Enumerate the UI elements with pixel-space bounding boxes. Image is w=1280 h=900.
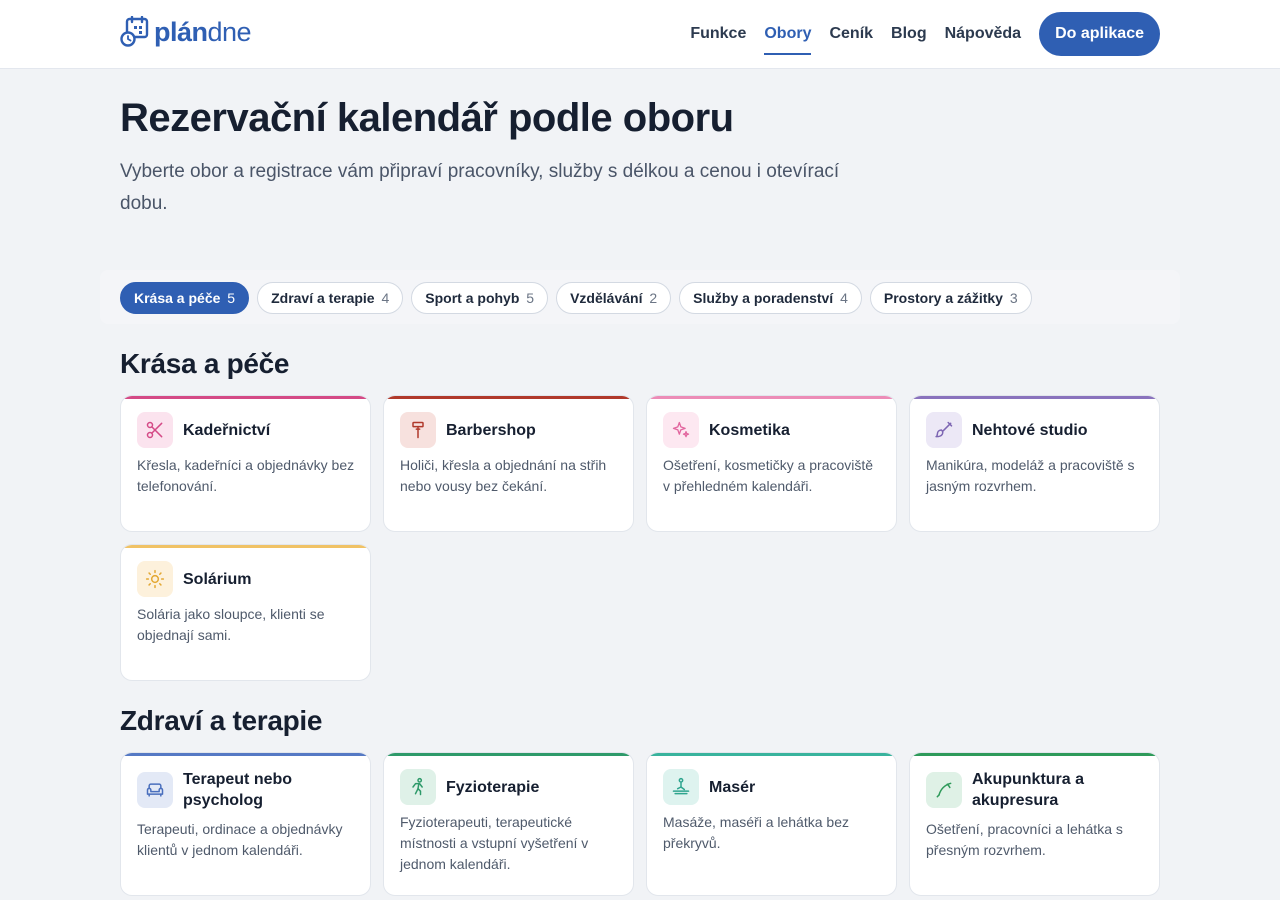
- filter-chip-zdravi[interactable]: Zdraví a terapie 4: [257, 282, 404, 314]
- card-title: Akupunktura a akupresura: [972, 771, 1085, 809]
- filter-chip-krasa[interactable]: Krása a péče 5: [120, 282, 250, 314]
- card-fyzioterapie[interactable]: Fyzioterapie Fyzioterapeuti, terapeutick…: [383, 752, 634, 896]
- filter-chip-count: 3: [1009, 290, 1018, 306]
- filter-chip-count: 4: [381, 290, 390, 306]
- card-description: Terapeuti, ordinace a objednávky klientů…: [137, 821, 343, 858]
- card-description: Ošetření, kosmetičky a pracoviště v přeh…: [663, 457, 874, 494]
- category-filter-bar: Krása a péče 5 Zdraví a terapie 4 Sport …: [100, 270, 1180, 324]
- filter-chip-label: Služby a poradenství: [693, 290, 834, 306]
- section-title-zdravi: Zdraví a terapie: [120, 705, 323, 736]
- card-solarium[interactable]: Solárium Solária jako sloupce, klienti s…: [120, 544, 371, 681]
- card-kadernictvi[interactable]: Kadeřnictví Křesla, kadeřníci a objednáv…: [120, 395, 371, 532]
- card-title: Masér: [709, 778, 756, 796]
- logo-text: plándne: [154, 17, 252, 47]
- card-description: Křesla, kadeřníci a objednávky bez telef…: [137, 457, 355, 494]
- filter-chip-label: Zdraví a terapie: [271, 290, 375, 306]
- nav-link-blog[interactable]: Blog: [891, 12, 927, 56]
- page-title: Rezervační kalendář podle oboru: [120, 96, 734, 140]
- filter-chip-label: Prostory a zážitky: [883, 290, 1003, 306]
- sofa-icon: [137, 772, 173, 808]
- filter-chip-count: 5: [227, 290, 236, 306]
- card-description: Masáže, maséři a lehátka bez překryvů.: [663, 814, 849, 851]
- card-title: Fyzioterapie: [446, 778, 540, 796]
- card-description: Fyzioterapeuti, terapeutické místnosti a…: [400, 814, 589, 872]
- calendar-logo-icon: [120, 15, 150, 48]
- card-title: Nehtové studio: [972, 421, 1088, 439]
- filter-chip-count: 4: [840, 290, 848, 306]
- card-title: Terapeut nebo psycholog: [183, 771, 293, 809]
- section-title-krasa: Krása a péče: [120, 348, 290, 379]
- card-terapeut[interactable]: Terapeut nebo psycholog Terapeuti, ordin…: [120, 752, 371, 896]
- razor-icon: [400, 412, 436, 448]
- filter-chip-count: 2: [649, 290, 658, 306]
- massage-icon: [663, 769, 699, 805]
- card-nehtove-studio[interactable]: Nehtové studio Manikúra, modeláž a praco…: [909, 395, 1160, 532]
- card-title: Kosmetika: [709, 421, 790, 439]
- main-nav: Funkce Obory Ceník Blog Nápověda Do apli…: [672, 12, 1160, 56]
- open-app-button[interactable]: Do aplikace: [1039, 12, 1160, 56]
- logo-text-bold: plán: [154, 17, 208, 47]
- logo[interactable]: plándne: [120, 15, 252, 48]
- card-title: Barbershop: [446, 421, 536, 439]
- filter-chip-label: Vzdělávání: [570, 290, 643, 306]
- scissors-icon: [137, 412, 173, 448]
- card-akupunktura[interactable]: Akupunktura a akupresura Ošetření, praco…: [909, 752, 1160, 896]
- filter-chip-sluzby[interactable]: Služby a poradenství 4: [679, 282, 862, 314]
- card-maser[interactable]: Masér Masáže, maséři a lehátka bez překr…: [646, 752, 897, 896]
- filter-chip-label: Krása a péče: [134, 290, 221, 306]
- card-description: Holiči, křesla a objednání na střih nebo…: [400, 457, 607, 494]
- card-title: Kadeřnictví: [183, 421, 271, 439]
- filter-chip-label: Sport a pohyb: [425, 290, 520, 306]
- filter-chip-vzdelavani[interactable]: Vzdělávání 2: [556, 282, 672, 314]
- card-kosmetika[interactable]: Kosmetika Ošetření, kosmetičky a pracovi…: [646, 395, 897, 532]
- nav-link-obory[interactable]: Obory: [764, 12, 812, 56]
- site-header: plándne Funkce Obory Ceník Blog Nápověda…: [0, 0, 1280, 69]
- card-description: Solária jako sloupce, klienti se objedna…: [137, 606, 325, 643]
- card-barbershop[interactable]: Barbershop Holiči, křesla a objednání na…: [383, 395, 634, 532]
- needle-icon: [926, 772, 962, 808]
- nav-link-funkce[interactable]: Funkce: [690, 12, 746, 56]
- card-title: Solárium: [183, 570, 252, 588]
- nav-link-cenik[interactable]: Ceník: [829, 12, 873, 56]
- brush-icon: [926, 412, 962, 448]
- person-running-icon: [400, 769, 436, 805]
- card-description: Manikúra, modeláž a pracoviště s jasným …: [926, 457, 1135, 494]
- filter-chip-sport[interactable]: Sport a pohyb 5: [411, 282, 549, 314]
- logo-text-light: dne: [207, 17, 252, 47]
- filter-chip-count: 5: [526, 290, 535, 306]
- nav-link-napoveda[interactable]: Nápověda: [945, 12, 1021, 56]
- sun-icon: [137, 561, 173, 597]
- card-description: Ošetření, pracovníci a lehátka s přesným…: [926, 821, 1123, 858]
- page-subtitle: Vyberte obor a registrace vám připraví p…: [120, 161, 840, 214]
- sparkle-icon: [663, 412, 699, 448]
- filter-chip-prostory[interactable]: Prostory a zážitky 3: [869, 282, 1032, 314]
